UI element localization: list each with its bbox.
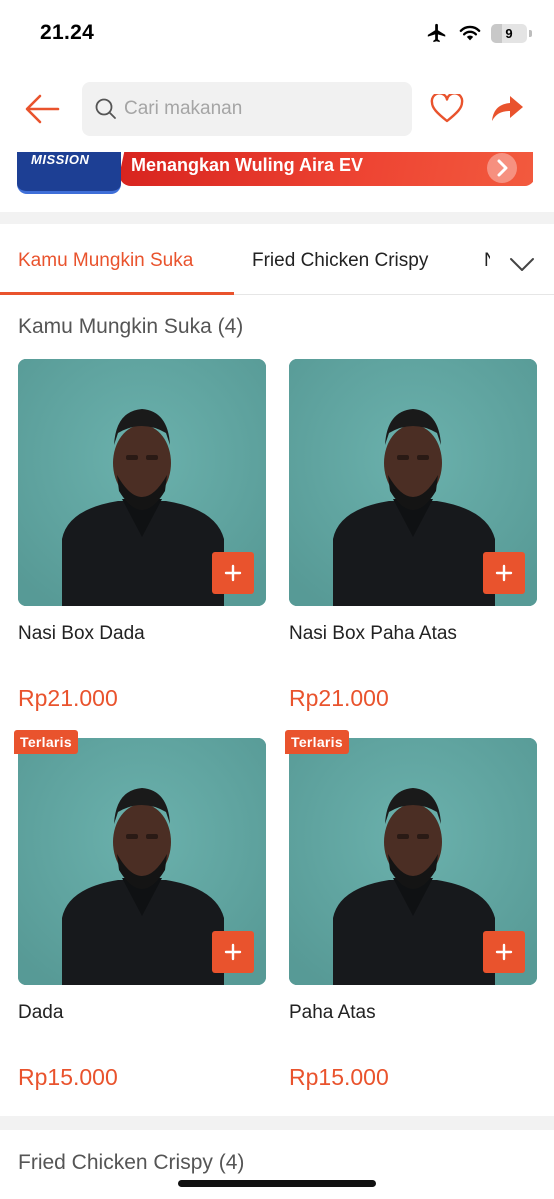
search-input[interactable] (124, 98, 384, 120)
plus-icon (495, 943, 513, 961)
section-title: Fried Chicken Crispy (4) (18, 1151, 245, 1174)
home-indicator[interactable] (178, 1180, 376, 1187)
section-divider (0, 1116, 554, 1130)
back-arrow-icon[interactable] (24, 92, 60, 126)
product-card[interactable]: Terlaris Paha Atas Rp15.000 (285, 730, 537, 1098)
banner-arrow-button[interactable] (487, 153, 517, 183)
product-card[interactable]: Terlaris Dada Rp15.000 (14, 730, 266, 1098)
bestseller-badge: Terlaris (285, 730, 349, 754)
product-card[interactable]: Nasi Box Dada Rp21.000 (18, 359, 266, 719)
search-bar[interactable] (82, 82, 412, 136)
product-name: Nasi Box Dada (18, 623, 145, 644)
airplane-icon (427, 23, 446, 43)
banner-text: Menangkan Wuling Aira EV (131, 155, 364, 175)
section-title: Kamu Mungkin Suka (4) (18, 315, 244, 338)
header (0, 82, 554, 136)
tab-kamu-mungkin-suka[interactable]: Kamu Mungkin Suka (18, 250, 193, 272)
add-to-cart-button[interactable] (212, 931, 254, 973)
tab-fried-chicken-crispy[interactable]: Fried Chicken Crispy (252, 250, 428, 272)
product-card[interactable]: Nasi Box Paha Atas Rp21.000 (289, 359, 537, 719)
mission-logo: MISSION (17, 152, 121, 194)
product-name: Nasi Box Paha Atas (289, 623, 457, 644)
product-price: Rp21.000 (18, 685, 118, 711)
category-tabs: Kamu Mungkin Suka Fried Chicken Crispy N (0, 236, 554, 295)
add-to-cart-button[interactable] (483, 552, 525, 594)
status-time: 21.24 (40, 21, 95, 44)
wifi-icon (459, 25, 481, 41)
tab-partial[interactable]: N (484, 250, 490, 274)
bestseller-badge: Terlaris (14, 730, 78, 754)
add-to-cart-button[interactable] (483, 931, 525, 973)
product-price: Rp21.000 (289, 685, 389, 711)
chevron-right-icon (497, 159, 508, 177)
product-price: Rp15.000 (289, 1064, 389, 1090)
plus-icon (224, 943, 242, 961)
search-icon (95, 98, 116, 119)
plus-icon (495, 564, 513, 582)
chevron-down-icon[interactable] (508, 252, 536, 276)
status-bar: 21.24 9 (0, 0, 554, 70)
share-icon[interactable] (490, 94, 524, 124)
status-icons: 9 (425, 22, 532, 44)
product-price: Rp15.000 (18, 1064, 118, 1090)
battery-level: 9 (505, 25, 513, 41)
heart-icon[interactable] (430, 94, 464, 124)
mission-logo-text: MISSION (31, 152, 90, 167)
add-to-cart-button[interactable] (212, 552, 254, 594)
tab-active-indicator (0, 292, 234, 295)
promo-banner[interactable]: MISSION Menangkan Wuling Aira EV (17, 152, 533, 196)
section-divider (0, 212, 554, 224)
product-name: Dada (18, 1002, 64, 1023)
battery-indicator: 9 (491, 23, 532, 43)
plus-icon (224, 564, 242, 582)
product-name: Paha Atas (289, 1002, 376, 1023)
